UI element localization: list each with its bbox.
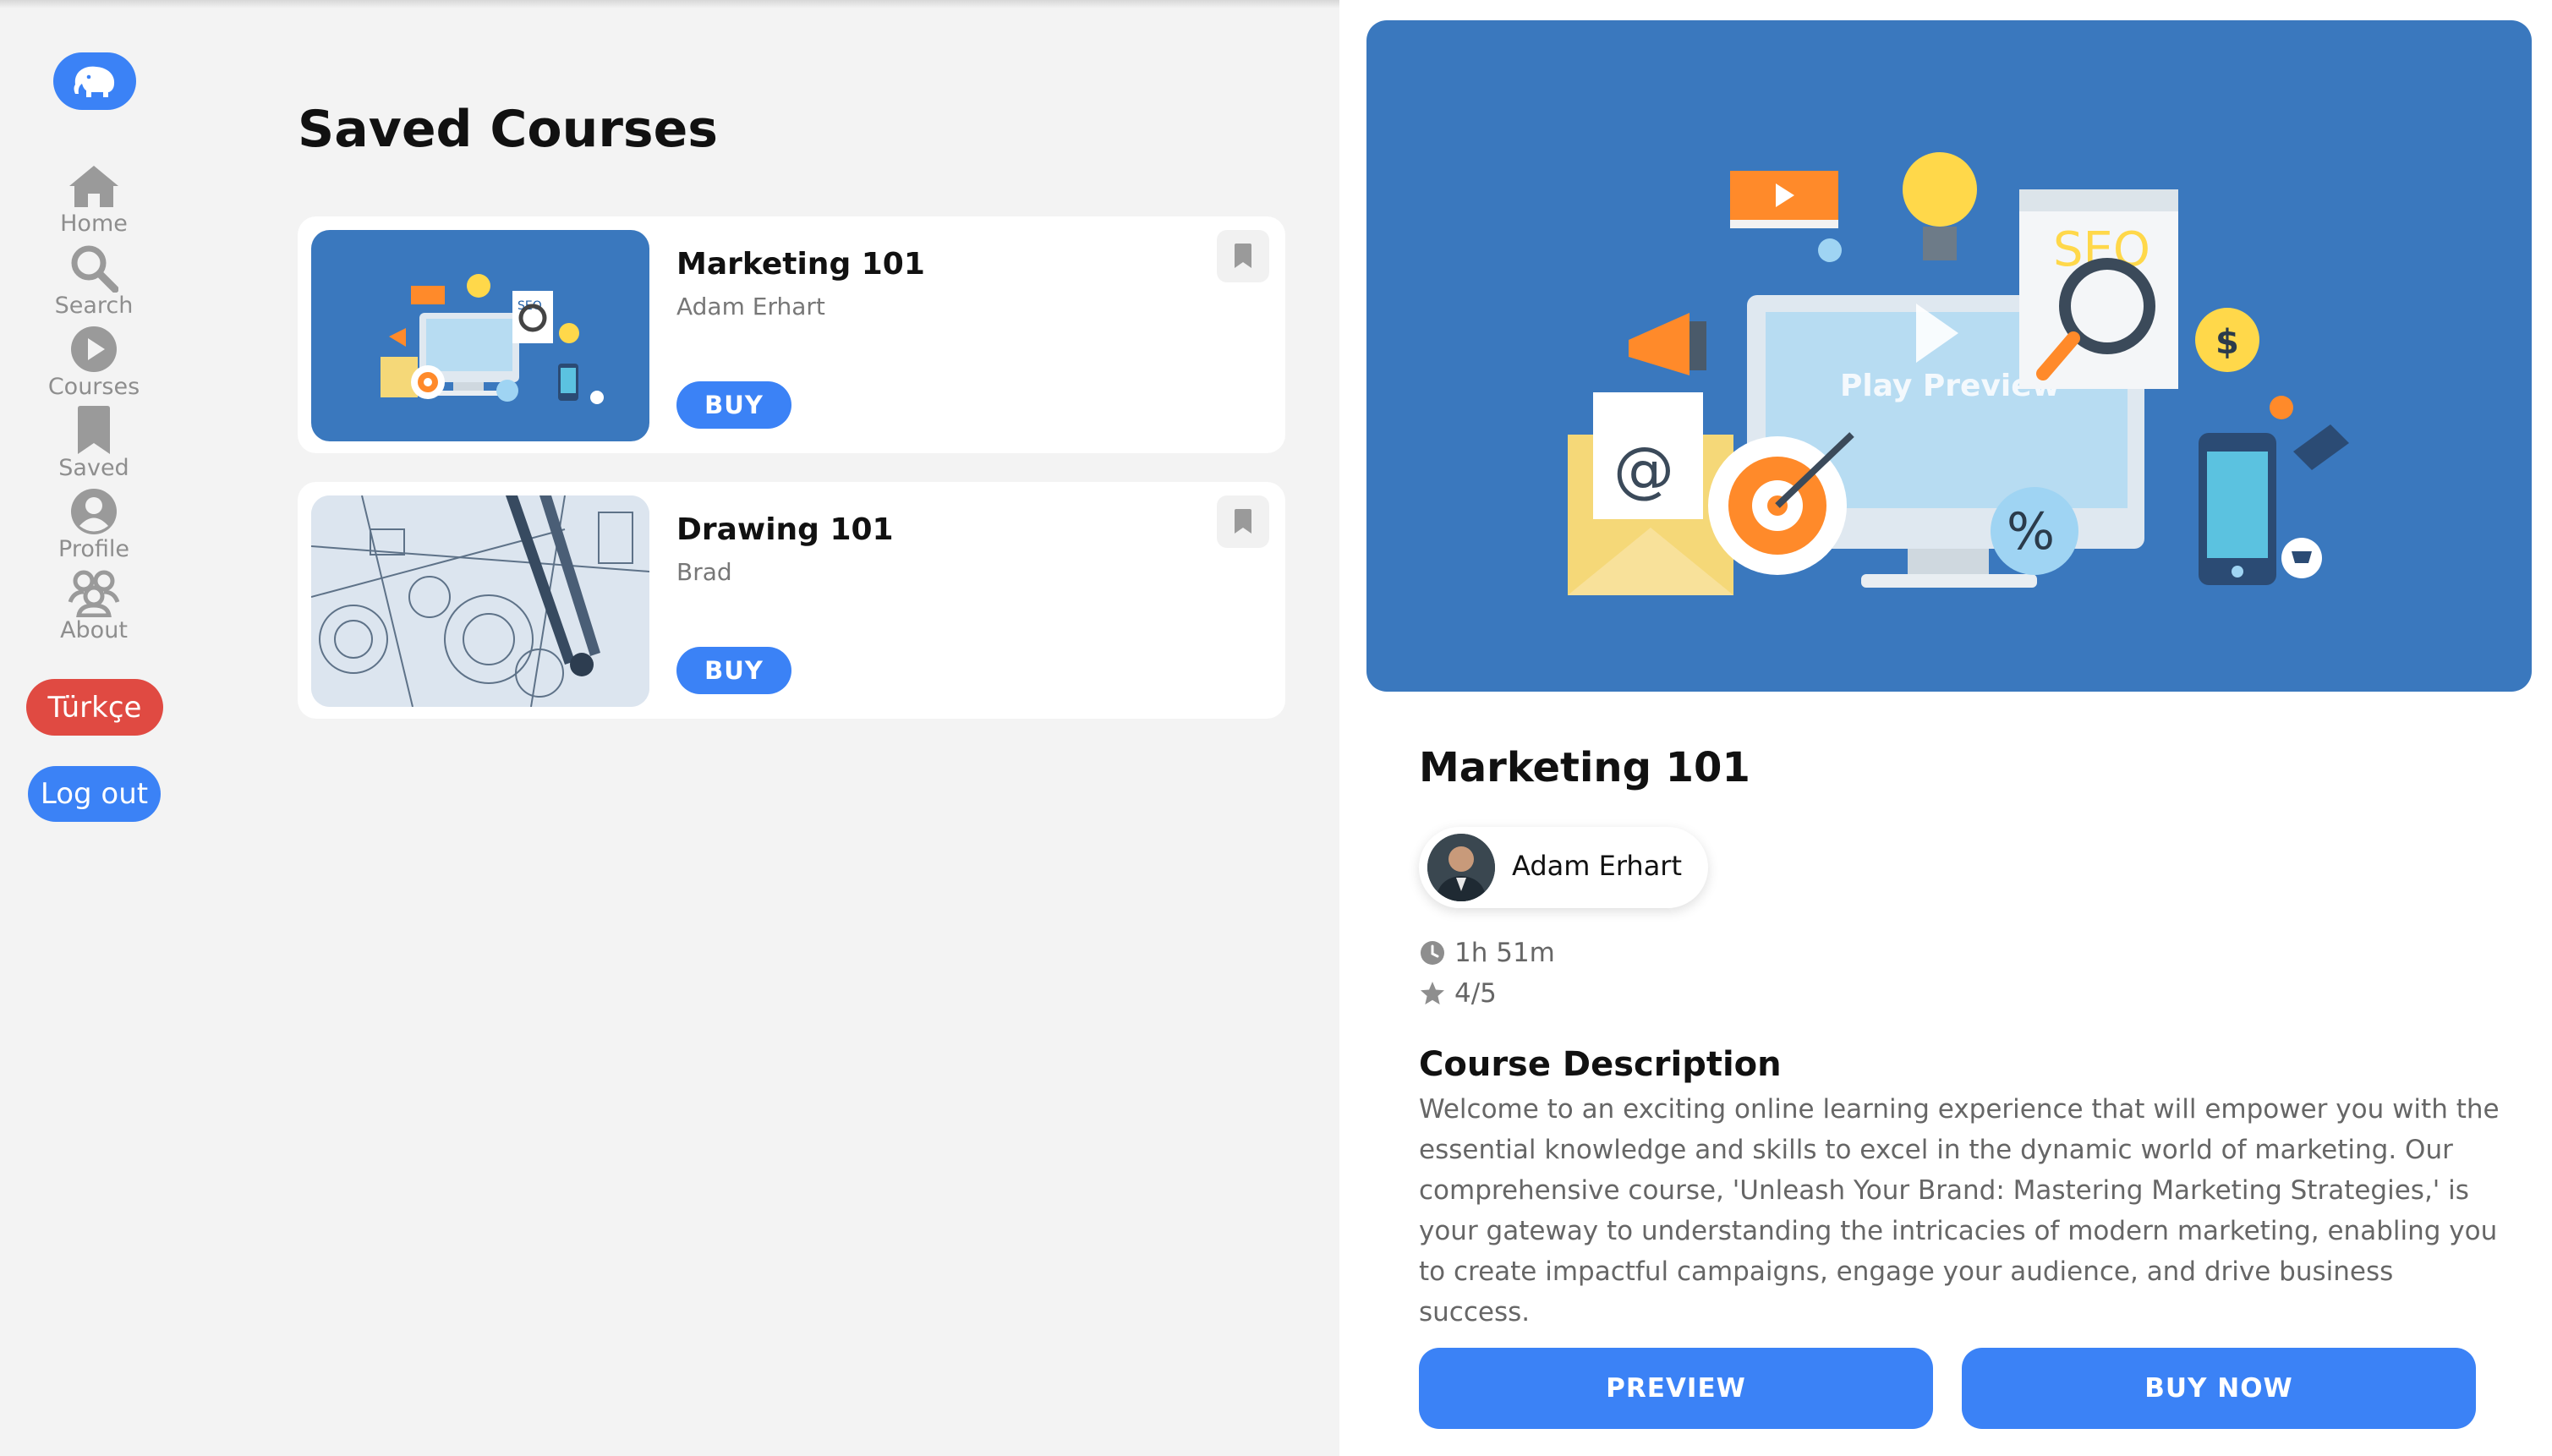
sidebar-item-saved[interactable]: Saved bbox=[18, 405, 170, 481]
sidebar: Home Search Courses Saved Profile About … bbox=[0, 0, 188, 1456]
bookmark-button[interactable] bbox=[1217, 230, 1269, 282]
elephant-icon bbox=[74, 66, 115, 97]
description-heading: Course Description bbox=[1419, 1045, 1782, 1084]
app-logo[interactable] bbox=[53, 52, 136, 110]
course-title: Marketing 101 bbox=[676, 247, 925, 282]
sidebar-item-label: Search bbox=[54, 293, 134, 319]
svg-text:@: @ bbox=[1613, 434, 1674, 505]
play-circle-icon bbox=[65, 324, 123, 375]
rating-text: 4/5 bbox=[1454, 978, 1497, 1009]
sidebar-item-label: About bbox=[60, 617, 128, 643]
author-name: Adam Erhart bbox=[1512, 850, 1682, 882]
star-icon bbox=[1419, 980, 1446, 1007]
home-icon bbox=[65, 161, 123, 211]
sidebar-item-search[interactable]: Search bbox=[18, 243, 170, 319]
course-author: Brad bbox=[676, 558, 732, 586]
bookmark-button[interactable] bbox=[1217, 495, 1269, 548]
svg-text:$: $ bbox=[2215, 323, 2239, 362]
buy-now-button[interactable]: BUY NOW bbox=[1962, 1348, 2476, 1429]
course-detail-panel: Play Preview SEO $ @ % Marketing 101 Ada… bbox=[1339, 0, 2552, 1456]
sidebar-item-profile[interactable]: Profile bbox=[18, 486, 170, 562]
sidebar-item-label: Profile bbox=[58, 536, 129, 562]
logout-button[interactable]: Log out bbox=[28, 766, 161, 822]
sidebar-item-label: Home bbox=[60, 211, 128, 237]
clock-icon bbox=[1419, 939, 1446, 966]
bookmark-icon bbox=[1235, 509, 1251, 534]
preview-button[interactable]: PREVIEW bbox=[1419, 1348, 1933, 1429]
users-icon bbox=[65, 567, 123, 618]
sidebar-item-about[interactable]: About bbox=[18, 567, 170, 643]
user-icon bbox=[65, 486, 123, 537]
course-description: Welcome to an exciting online learning e… bbox=[1419, 1094, 2500, 1327]
course-detail-title: Marketing 101 bbox=[1419, 744, 1750, 791]
course-card-drawing[interactable]: Drawing 101 Brad BUY bbox=[298, 482, 1285, 719]
page-title: Saved Courses bbox=[298, 100, 719, 159]
buy-button[interactable]: BUY bbox=[676, 381, 791, 429]
language-toggle-button[interactable]: Türkçe bbox=[26, 679, 163, 736]
search-icon bbox=[65, 243, 123, 293]
sidebar-item-label: Saved bbox=[58, 455, 129, 481]
course-title: Drawing 101 bbox=[676, 512, 894, 547]
avatar bbox=[1427, 834, 1495, 901]
course-author: Adam Erhart bbox=[676, 293, 825, 320]
bookmark-icon bbox=[65, 405, 123, 456]
duration-text: 1h 51m bbox=[1454, 938, 1555, 968]
course-preview-hero[interactable]: Play Preview SEO $ @ % bbox=[1366, 20, 2532, 692]
sidebar-item-label: Courses bbox=[47, 374, 140, 400]
course-rating: 4/5 bbox=[1419, 978, 1497, 1009]
sidebar-item-home[interactable]: Home bbox=[18, 161, 170, 237]
course-thumbnail bbox=[311, 495, 649, 707]
buy-button[interactable]: BUY bbox=[676, 647, 791, 694]
sidebar-item-courses[interactable]: Courses bbox=[18, 324, 170, 400]
course-duration: 1h 51m bbox=[1419, 938, 1555, 968]
course-thumbnail: SEO bbox=[311, 230, 649, 441]
svg-text:%: % bbox=[2007, 502, 2055, 561]
course-card-marketing[interactable]: SEO Marketing 101 Adam Erhart BUY bbox=[298, 216, 1285, 453]
author-chip[interactable]: Adam Erhart bbox=[1419, 827, 1708, 908]
bookmark-icon bbox=[1235, 244, 1251, 268]
